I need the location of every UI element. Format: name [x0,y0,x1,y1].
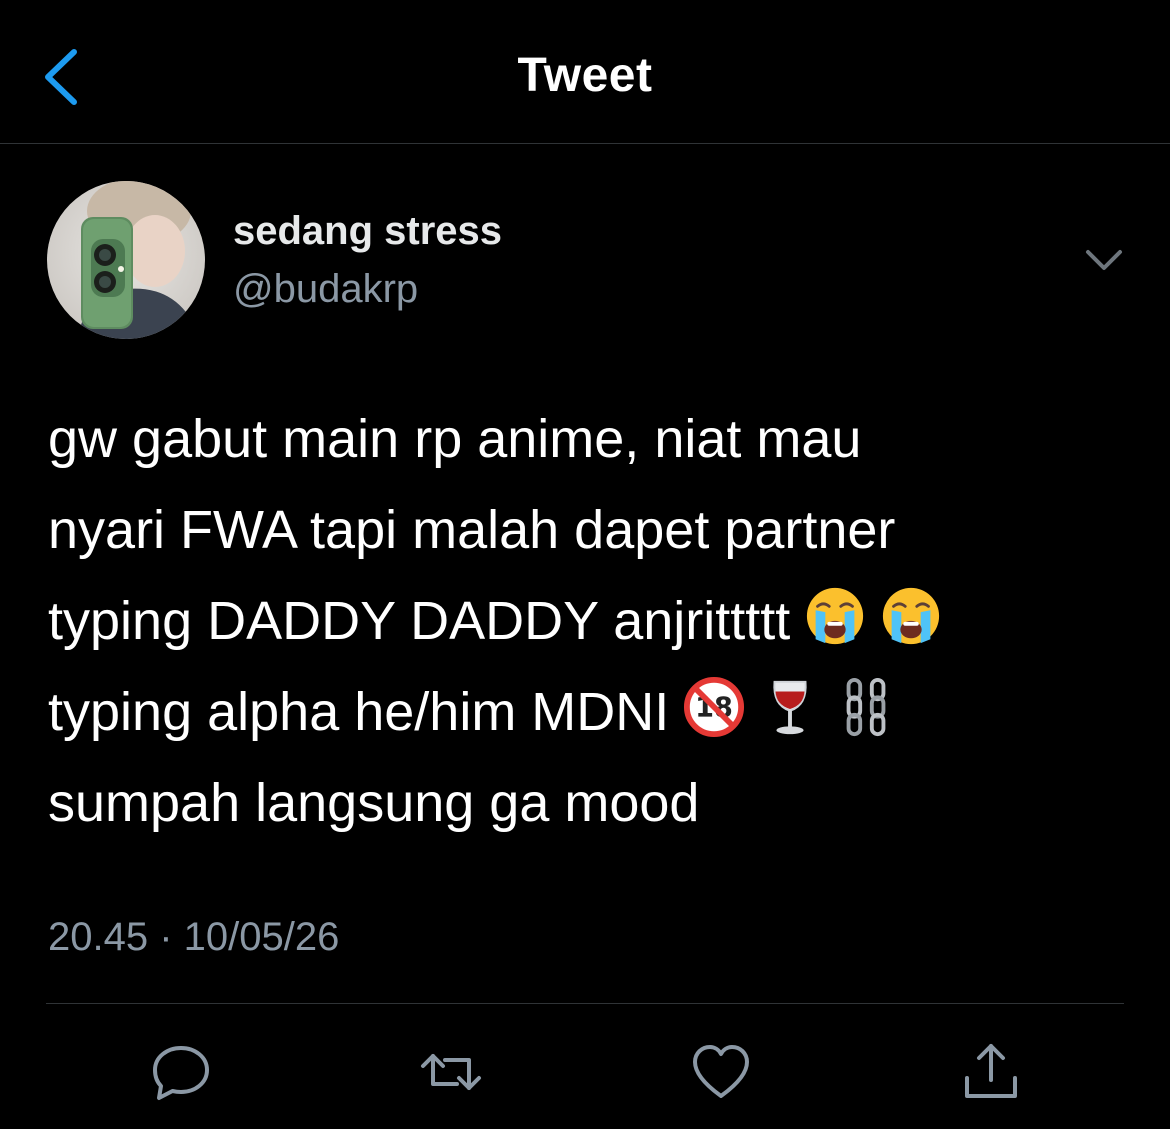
tweet-timestamp[interactable]: 20.45 · 10/05/26 [48,915,339,960]
author-handle[interactable]: @budakrp [233,267,418,312]
retweet-icon [421,1054,481,1090]
avatar[interactable] [47,181,205,339]
tweet-line: typing alpha he/him MDNI 18 [48,667,1128,758]
crying-face-emoji [807,587,864,645]
crying-face-emoji [883,587,940,645]
page-title: Tweet [517,49,653,102]
reply-icon [153,1046,209,1100]
no-one-under-eighteen-emoji: 18 [684,676,745,738]
top-bar: Tweet [0,0,1170,144]
heart-icon [693,1045,749,1098]
chains-emoji [846,677,886,737]
share-icon [965,1044,1017,1098]
reply-button[interactable] [147,1038,215,1106]
share-button[interactable] [957,1038,1025,1106]
tweet-line: sumpah langsung ga mood [48,773,700,833]
tweet-line: typing DADDY DADDY anjrittttt [48,576,1128,667]
more-options-button[interactable] [1082,244,1126,278]
like-button[interactable] [687,1038,755,1106]
chevron-down-icon [1086,250,1122,270]
tweet-text: gw gabut main rp anime, niat mau nyari F… [48,394,1128,849]
author-display-name[interactable]: sedang stress [233,209,502,254]
tweet-line: gw gabut main rp anime, niat mau [48,409,862,469]
retweet-button[interactable] [417,1038,485,1106]
tweet-line: nyari FWA tapi malah dapet partner [48,500,896,560]
wine-glass-emoji [773,680,807,735]
divider [46,1003,1124,1004]
